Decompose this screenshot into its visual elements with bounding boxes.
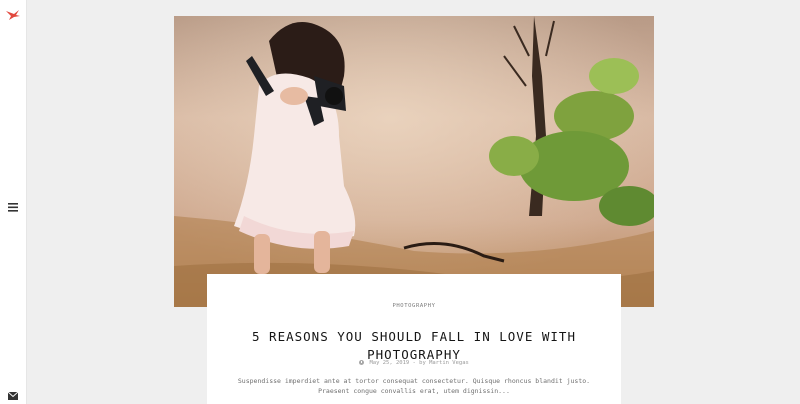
post-meta: May 25, 2019 - by Martin Vegas bbox=[207, 360, 621, 366]
post-date: May 25, 2019 bbox=[369, 360, 410, 366]
post-card: PHOTOGRAPHY 5 REASONS YOU SHOULD FALL IN… bbox=[207, 274, 621, 404]
clock-icon bbox=[359, 360, 365, 365]
hamburger-menu-icon[interactable] bbox=[8, 197, 18, 212]
post-title[interactable]: 5 REASONS YOU SHOULD FALL IN LOVE WITH P… bbox=[227, 328, 601, 364]
featured-image[interactable] bbox=[174, 16, 654, 307]
post-author[interactable]: - by Martin Vegas bbox=[413, 360, 469, 366]
sidebar bbox=[0, 0, 27, 404]
post-category[interactable]: PHOTOGRAPHY bbox=[207, 303, 621, 309]
post-excerpt: Suspendisse imperdiet ante at tortor con… bbox=[237, 377, 591, 395]
logo-icon[interactable] bbox=[6, 6, 20, 20]
envelope-icon[interactable] bbox=[7, 385, 19, 400]
